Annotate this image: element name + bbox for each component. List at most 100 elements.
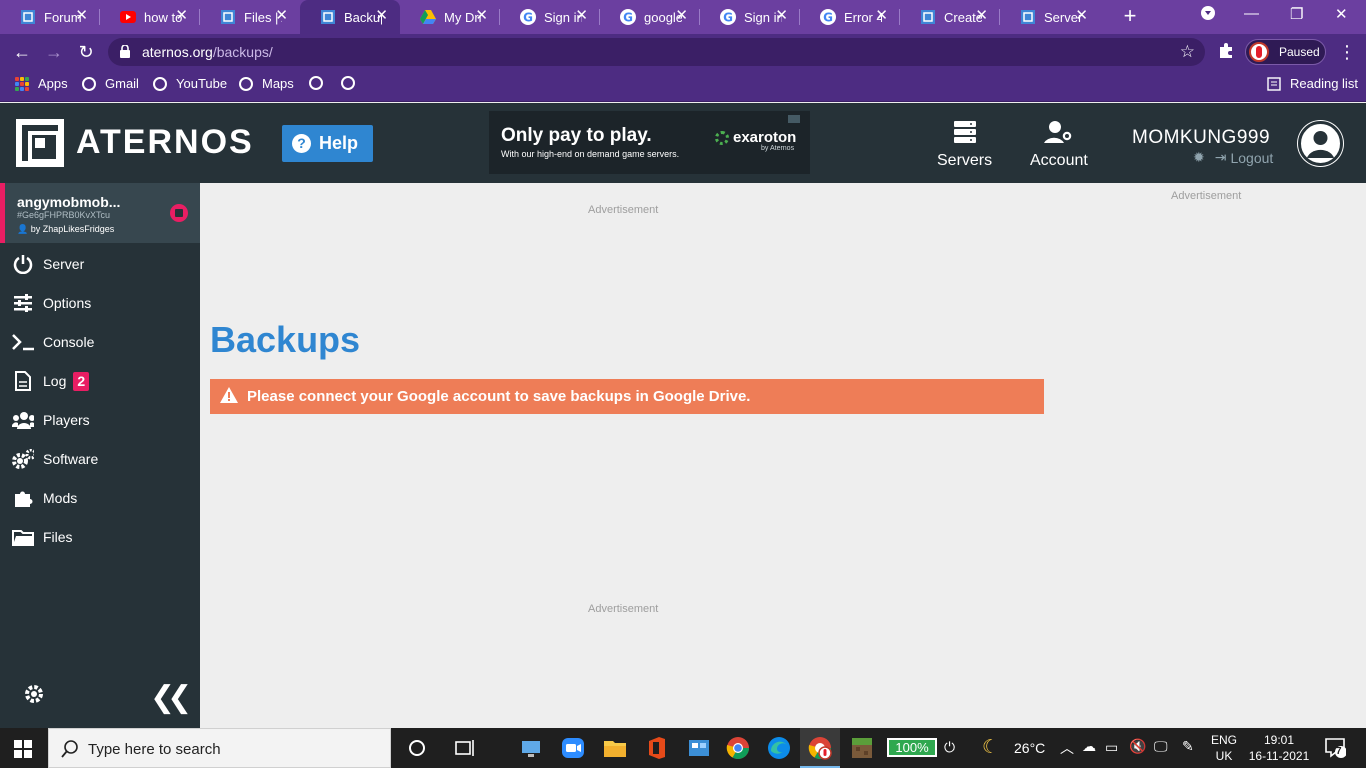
bookmark-maps[interactable]: Maps — [239, 76, 294, 91]
browser-tab[interactable]: G Sign in ✕ — [700, 0, 800, 34]
google-drive-alert: Please connect your Google account to sa… — [210, 379, 1044, 414]
help-button[interactable]: ? Help — [282, 125, 373, 162]
chrome-icon[interactable] — [725, 735, 751, 761]
profile-button[interactable]: Paused — [1245, 39, 1326, 65]
restore-icon[interactable]: ❐ — [1290, 5, 1303, 23]
ad-choices-icon[interactable] — [788, 115, 800, 123]
browser-tab[interactable]: G google ✕ — [600, 0, 700, 34]
forward-icon[interactable]: → — [43, 41, 65, 63]
profile-avatar — [1249, 42, 1269, 62]
close-icon[interactable]: ✕ — [275, 8, 288, 24]
browser-tab[interactable]: My Dri ✕ — [400, 0, 500, 34]
nav-account[interactable]: Account — [1030, 121, 1088, 170]
browser-tab[interactable]: Files | A ✕ — [200, 0, 300, 34]
server-card[interactable]: angymobmob... #Ge6gFHPRB0KvXTcu 👤 by Zha… — [0, 183, 200, 243]
close-icon[interactable]: ✕ — [575, 8, 588, 24]
avatar[interactable] — [1297, 120, 1344, 167]
close-icon[interactable]: ✕ — [475, 8, 488, 24]
language-indicator[interactable]: ENG UK — [1206, 732, 1242, 764]
taskbar-search[interactable]: Type here to search — [48, 728, 391, 768]
bookmark-gmail[interactable]: Gmail — [82, 76, 139, 91]
cortana-icon[interactable] — [404, 735, 430, 761]
control-panel-icon[interactable] — [686, 735, 712, 761]
close-icon[interactable]: ✕ — [675, 8, 688, 24]
power-battery-icon[interactable]: ▭ — [1105, 739, 1118, 756]
browser-tab[interactable]: Server ✕ — [1000, 0, 1100, 34]
url-text: aternos.org/backups/ — [142, 44, 273, 60]
reload-icon[interactable]: ↻ — [75, 41, 97, 63]
volume-muted-icon[interactable]: 🔇 — [1129, 738, 1146, 755]
bookmark-youtube[interactable]: YouTube — [153, 76, 227, 91]
collapse-sidebar-icon[interactable]: ❮❮ — [150, 680, 192, 715]
temperature[interactable]: 26°C — [1014, 740, 1045, 756]
browser-tab[interactable]: G Sign in ✕ — [500, 0, 600, 34]
server-id: #Ge6gFHPRB0KvXTcu — [17, 210, 111, 220]
ad-banner[interactable]: Only pay to play. With our high-end on d… — [489, 111, 810, 174]
browser-tab-active[interactable]: Backup ✕ — [300, 0, 400, 34]
pen-icon[interactable]: ✎ — [1182, 738, 1194, 755]
nav-servers[interactable]: Servers — [937, 121, 992, 170]
close-icon[interactable]: ✕ — [175, 8, 188, 24]
network-icon[interactable]: 🖵 — [1154, 738, 1168, 755]
close-icon[interactable]: ✕ — [375, 8, 388, 24]
windows-start-icon[interactable] — [14, 740, 32, 763]
browser-toolbar: ← → ↻ aternos.org/backups/ ☆ Paused ⋮ — [0, 34, 1366, 70]
back-icon[interactable]: ← — [11, 41, 33, 63]
minimize-icon[interactable]: — — [1244, 5, 1259, 22]
close-icon[interactable]: ✕ — [975, 8, 988, 24]
bookmark-unnamed[interactable] — [341, 76, 364, 90]
sidebar-item-mods[interactable]: Mods — [0, 479, 200, 517]
zoom-icon[interactable] — [560, 735, 586, 761]
sidebar-item-server[interactable]: Server — [0, 245, 200, 283]
site-logo-text[interactable]: ATERNOS — [76, 123, 254, 162]
bookmark-unnamed[interactable] — [309, 76, 332, 90]
clock[interactable]: 19:01 16-11-2021 — [1244, 732, 1314, 764]
office-icon[interactable] — [644, 735, 670, 761]
file-explorer-icon[interactable] — [602, 735, 628, 761]
this-pc-icon[interactable] — [518, 735, 544, 761]
close-icon[interactable]: ✕ — [775, 8, 788, 24]
sidebar-item-players[interactable]: Players — [0, 401, 200, 439]
battery-indicator[interactable]: 100% — [887, 738, 937, 757]
svg-text:G: G — [823, 11, 833, 25]
browser-tab[interactable]: G Error 4 ✕ — [800, 0, 900, 34]
edge-icon[interactable] — [766, 735, 792, 761]
task-view-icon[interactable] — [451, 735, 477, 761]
search-icon — [61, 740, 79, 763]
bookmark-star-icon[interactable]: ☆ — [1180, 42, 1195, 62]
sidebar-item-console[interactable]: Console — [0, 323, 200, 361]
alert-text: Please connect your Google account to sa… — [247, 388, 751, 405]
sidebar-item-options[interactable]: Options — [0, 284, 200, 322]
browser-tab[interactable]: Create ✕ — [900, 0, 1000, 34]
onedrive-icon[interactable]: ☁ — [1082, 738, 1096, 755]
close-icon[interactable]: ✕ — [875, 8, 888, 24]
logout-link[interactable]: Logout — [1230, 150, 1273, 166]
address-bar[interactable]: aternos.org/backups/ ☆ — [108, 38, 1205, 66]
bookmark-apps[interactable]: Apps — [15, 76, 68, 91]
new-tab-button[interactable]: + — [1119, 5, 1141, 29]
theme-settings-icon[interactable] — [23, 683, 45, 710]
sidebar-item-log[interactable]: Log 2 — [0, 362, 200, 400]
tab-search-icon[interactable] — [1200, 5, 1216, 25]
extensions-icon[interactable] — [1215, 41, 1237, 63]
question-icon: ? — [292, 134, 311, 153]
reading-list[interactable]: Reading list — [1267, 76, 1358, 91]
close-icon[interactable]: ✕ — [75, 8, 88, 24]
google-icon: G — [520, 9, 536, 25]
show-hidden-icons-icon[interactable]: ︿ — [1060, 738, 1074, 758]
window-close-icon[interactable]: ✕ — [1335, 5, 1348, 23]
chrome-menu-icon[interactable]: ⋮ — [1336, 41, 1358, 63]
sidebar-item-files[interactable]: Files — [0, 518, 200, 556]
minecraft-icon[interactable] — [849, 735, 875, 761]
aternos-logo-icon[interactable] — [16, 119, 64, 167]
google-drive-icon — [420, 9, 436, 25]
browser-tab[interactable]: how to ✕ — [100, 0, 200, 34]
browser-tab[interactable]: Forum ✕ — [0, 0, 100, 34]
sidebar-item-software[interactable]: Software — [0, 440, 200, 478]
weather-moon-icon[interactable]: ☾ — [982, 736, 999, 759]
notifications-icon[interactable]: 7 — [1324, 736, 1347, 761]
svg-text:G: G — [723, 11, 733, 25]
settings-gear-icon[interactable]: ✹ — [1193, 149, 1205, 166]
chrome-profile-icon[interactable] — [807, 735, 833, 761]
close-icon[interactable]: ✕ — [1075, 8, 1088, 24]
